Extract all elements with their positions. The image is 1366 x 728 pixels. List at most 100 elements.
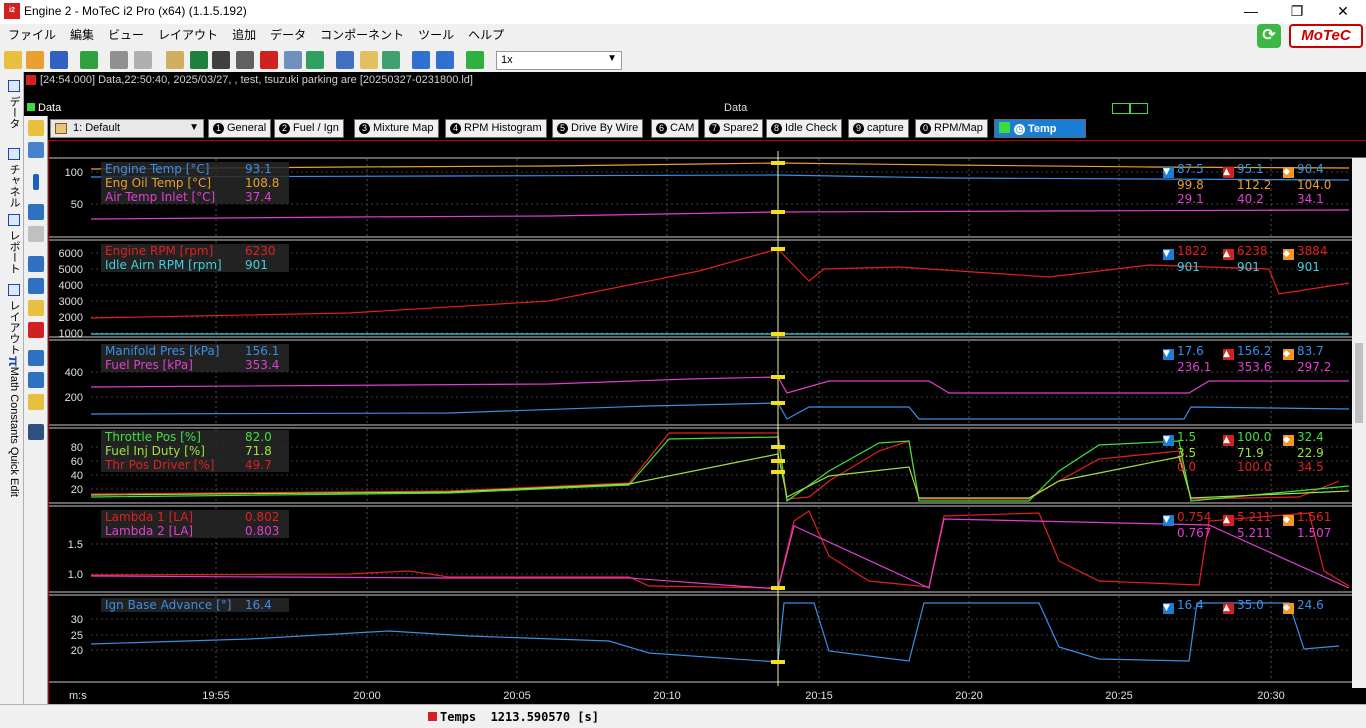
- tab-fuel-ign[interactable]: 2 Fuel / Ign: [274, 119, 344, 138]
- legend-row[interactable]: Air Temp Inlet [°C] 37.4: [101, 190, 289, 204]
- tab-idle-check[interactable]: 8 Idle Check: [766, 119, 842, 138]
- save-icon[interactable]: [50, 51, 68, 69]
- menu-view[interactable]: ビュー: [100, 24, 150, 43]
- refresh-icon[interactable]: ⟳: [1257, 24, 1281, 48]
- legend-row[interactable]: Thr Pos Driver [%] 49.7: [101, 458, 289, 472]
- tab-temp[interactable]: ◷ Temp: [994, 119, 1086, 138]
- zoom-select[interactable]: 1x ▼: [496, 51, 622, 70]
- legend-row[interactable]: Throttle Pos [%] 82.0: [101, 430, 289, 444]
- tab-drive-by-wire[interactable]: 5 Drive By Wire: [552, 119, 644, 138]
- new-icon[interactable]: [4, 51, 22, 69]
- minimize-button[interactable]: —: [1228, 0, 1274, 24]
- side-tab-report[interactable]: レポート: [2, 214, 22, 274]
- split-icon[interactable]: [28, 424, 44, 440]
- legend-row[interactable]: Engine Temp [°C] 93.1: [101, 162, 289, 176]
- tab-mixture-map[interactable]: 3 Mixture Map: [354, 119, 439, 138]
- cursor-marker: [771, 459, 785, 463]
- window-icon[interactable]: [28, 142, 44, 158]
- range-marker[interactable]: [1130, 103, 1148, 114]
- legend-row[interactable]: Fuel Pres [kPa] 353.4: [101, 358, 289, 372]
- graph-canvas[interactable]: 100 50 6000 5000 4000 3000 2000 1000 400 200 80 60 4…: [49, 141, 1366, 705]
- zoom-fit-icon[interactable]: [28, 300, 44, 316]
- menu-layout[interactable]: レイアウト: [150, 24, 224, 43]
- pane-legend[interactable]: Ign Base Advance [°] 16.4: [101, 598, 289, 612]
- pane-legend[interactable]: Engine Temp [°C] 93.1 Eng Oil Temp [°C] 108…: [101, 162, 289, 204]
- connect-icon[interactable]: [306, 51, 324, 69]
- pane-stats: ▼ 0.754 ▲ 5.211 ◆ 1.561 0.767 5.211 1.507: [1163, 510, 1343, 540]
- tab-rpm-histogram[interactable]: 4 RPM Histogram: [445, 119, 547, 138]
- vertical-scrollbar[interactable]: [1352, 158, 1366, 688]
- excel-icon[interactable]: [190, 51, 208, 69]
- zoom-x-icon[interactable]: [28, 350, 44, 366]
- camera-icon[interactable]: [236, 51, 254, 69]
- side-tab-label: レイアウト: [8, 300, 20, 355]
- pane-legend[interactable]: Engine RPM [rpm] 6230 Idle Airn RPM [rpm] 9…: [101, 244, 289, 272]
- overlay-icon[interactable]: [360, 51, 378, 69]
- y-tick-label: 20: [71, 645, 83, 657]
- pause-icon[interactable]: [33, 174, 39, 190]
- menu-edit[interactable]: 編集: [62, 24, 100, 43]
- side-tab-math[interactable]: πMath Constants Quick Edit: [2, 356, 22, 497]
- properties-icon[interactable]: [28, 120, 44, 136]
- download-icon[interactable]: [80, 51, 98, 69]
- legend-row[interactable]: Engine RPM [rpm] 6230: [101, 244, 289, 258]
- y-tick-label: 40: [71, 470, 83, 482]
- menu-data[interactable]: データ: [262, 24, 312, 43]
- zoom-reset-icon[interactable]: [28, 322, 44, 338]
- tab-label: CAM: [670, 122, 695, 134]
- max-icon: ▲: [1223, 249, 1234, 260]
- menu-add[interactable]: 追加: [224, 24, 262, 43]
- range-marker[interactable]: [1112, 103, 1130, 114]
- zoom-in-icon[interactable]: [28, 256, 44, 272]
- print-preview-icon[interactable]: [134, 51, 152, 69]
- record-icon[interactable]: [260, 51, 278, 69]
- ecu-icon[interactable]: [284, 51, 302, 69]
- legend-row[interactable]: Eng Oil Temp [°C] 108.8: [101, 176, 289, 190]
- max-icon: ▲: [1223, 349, 1234, 360]
- film-icon[interactable]: [212, 51, 230, 69]
- legend-row[interactable]: Manifold Pres [kPa] 156.1: [101, 344, 289, 358]
- zoom-all-icon[interactable]: [28, 394, 44, 410]
- close-button[interactable]: ✕: [1320, 0, 1366, 24]
- pan-icon[interactable]: [28, 226, 44, 242]
- menu-tools[interactable]: ツール: [410, 24, 460, 43]
- legend-row[interactable]: Idle Airn RPM [rpm] 901: [101, 258, 289, 272]
- menu-file[interactable]: ファイル: [0, 24, 62, 43]
- legend-row[interactable]: Ign Base Advance [°] 16.4: [101, 598, 289, 612]
- maximize-button[interactable]: ❐: [1274, 0, 1320, 24]
- print-icon[interactable]: [110, 51, 128, 69]
- pane-legend[interactable]: Throttle Pos [%] 82.0 Fuel Inj Duty [%] 71.…: [101, 430, 289, 472]
- zoom-out-icon[interactable]: [28, 278, 44, 294]
- open-icon[interactable]: [26, 51, 44, 69]
- side-tab-data[interactable]: データ: [2, 80, 22, 129]
- back-icon[interactable]: [412, 51, 430, 69]
- time-series-graph[interactable]: 100 50 6000 5000 4000 3000 2000 1000 400 200 80 60 4…: [48, 140, 1366, 704]
- stat-min: ▼ 1822: [1163, 244, 1223, 260]
- layout-select[interactable]: 1: Default ▼: [50, 119, 204, 138]
- edit-icon[interactable]: [166, 51, 184, 69]
- forward-icon[interactable]: [436, 51, 454, 69]
- scrollbar-thumb[interactable]: [1355, 343, 1363, 423]
- tab-spare2[interactable]: 7 Spare2: [704, 119, 764, 138]
- tab-capture[interactable]: 9 capture: [848, 119, 909, 138]
- side-tab-layout[interactable]: レイアウト: [2, 284, 22, 355]
- zoom-y-icon[interactable]: [28, 372, 44, 388]
- tab-general[interactable]: 1 General: [208, 119, 272, 138]
- stat-value: 3884: [1297, 244, 1328, 258]
- play-icon[interactable]: [466, 51, 484, 69]
- zoom-icon[interactable]: [28, 204, 44, 220]
- pane-legend[interactable]: Lambda 1 [LA] 0.802 Lambda 2 [LA] 0.803: [101, 510, 289, 538]
- legend-row[interactable]: Lambda 2 [LA] 0.803: [101, 524, 289, 538]
- tab-label: Temp: [1028, 123, 1057, 135]
- side-tab-channels[interactable]: チャネル: [2, 148, 22, 208]
- menu-help[interactable]: ヘルプ: [460, 24, 510, 43]
- legend-row[interactable]: Lambda 1 [LA] 0.802: [101, 510, 289, 524]
- compare-icon[interactable]: [382, 51, 400, 69]
- menu-component[interactable]: コンポーネント: [312, 24, 410, 43]
- tab-cam[interactable]: 6 CAM: [651, 119, 700, 138]
- grid-icon[interactable]: [336, 51, 354, 69]
- pane-legend[interactable]: Manifold Pres [kPa] 156.1 Fuel Pres [kPa] 3…: [101, 344, 289, 372]
- avg-icon: ◆: [1283, 349, 1294, 360]
- tab-rpm-map[interactable]: 0 RPM/Map: [915, 119, 988, 138]
- legend-row[interactable]: Fuel Inj Duty [%] 71.8: [101, 444, 289, 458]
